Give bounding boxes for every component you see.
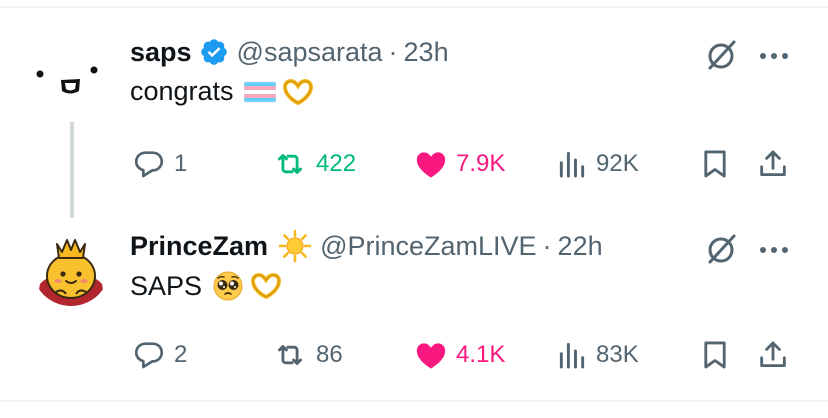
timestamp[interactable]: 22h xyxy=(558,231,603,262)
repost-button[interactable]: 422 xyxy=(272,144,356,184)
bookmark-icon xyxy=(704,341,726,369)
share-button[interactable] xyxy=(756,335,790,375)
tweet-header: saps @sapsarata · 23h xyxy=(130,34,449,70)
like-count: 7.9K xyxy=(456,150,506,177)
avatar-princezam[interactable] xyxy=(32,228,110,306)
views-icon xyxy=(559,151,585,178)
view-count: 83K xyxy=(596,341,639,368)
repost-count: 86 xyxy=(316,341,343,368)
reply-button[interactable]: 2 xyxy=(132,335,187,375)
views-button[interactable]: 83K xyxy=(556,335,639,375)
share-icon xyxy=(760,341,786,368)
reply-icon xyxy=(134,342,164,369)
tweet-2[interactable]: PrinceZam @PrinceZamLIVE · 22h SAPS 2 86… xyxy=(0,228,828,418)
heart-hands-emoji xyxy=(282,78,314,106)
action-bar: 2 86 4.1K 83K xyxy=(0,335,828,375)
like-button[interactable]: 4.1K xyxy=(414,335,505,375)
share-icon xyxy=(760,150,786,177)
top-divider xyxy=(0,6,828,8)
like-count: 4.1K xyxy=(456,341,506,368)
like-icon xyxy=(416,152,446,178)
bookmark-icon xyxy=(704,150,726,178)
pleading-face-emoji xyxy=(212,270,244,302)
separator-dot: · xyxy=(388,36,398,67)
handle[interactable]: @PrinceZamLIVE xyxy=(320,231,536,262)
prince-mascot-avatar-icon xyxy=(32,228,110,306)
grok-icon[interactable] xyxy=(704,37,740,73)
more-icon[interactable] xyxy=(756,232,792,268)
tweet-text-content: congrats xyxy=(130,76,234,106)
action-bar: 1 422 7.9K 92K xyxy=(0,144,828,184)
like-icon xyxy=(416,343,446,369)
views-button[interactable]: 92K xyxy=(556,144,639,184)
repost-button[interactable]: 86 xyxy=(272,335,343,375)
tweet-text: congrats xyxy=(130,76,314,107)
share-button[interactable] xyxy=(756,144,790,184)
display-name[interactable]: saps xyxy=(130,37,192,68)
reply-icon xyxy=(134,151,164,178)
views-icon xyxy=(559,342,585,369)
avatar-saps[interactable] xyxy=(32,44,110,122)
timestamp[interactable]: 23h xyxy=(404,37,449,68)
repost-icon xyxy=(277,345,303,365)
separator-dot: · xyxy=(542,230,552,261)
view-count: 92K xyxy=(596,150,639,177)
bookmark-button[interactable] xyxy=(698,144,732,184)
sun-emoji xyxy=(278,229,312,263)
repost-icon xyxy=(277,154,303,174)
reply-count: 2 xyxy=(174,341,188,368)
grok-icon[interactable] xyxy=(704,231,740,267)
handle[interactable]: @sapsarata xyxy=(237,37,383,68)
reply-button[interactable]: 1 xyxy=(132,144,187,184)
repost-count: 422 xyxy=(316,150,357,177)
tweet-1[interactable]: saps @sapsarata · 23h congrats 1 422 7.9… xyxy=(0,34,828,224)
like-button[interactable]: 7.9K xyxy=(414,144,505,184)
tweet-header: PrinceZam @PrinceZamLIVE · 22h xyxy=(130,228,603,264)
kaomoji-avatar-icon xyxy=(32,44,110,122)
heart-hands-emoji xyxy=(250,272,282,300)
bookmark-button[interactable] xyxy=(698,335,732,375)
reply-count: 1 xyxy=(174,150,188,177)
trans-flag-emoji xyxy=(243,81,276,103)
verified-badge-icon xyxy=(199,37,229,67)
display-name[interactable]: PrinceZam xyxy=(130,231,268,262)
bottom-divider xyxy=(0,400,828,402)
tweet-text-content: SAPS xyxy=(130,270,203,301)
more-icon[interactable] xyxy=(756,38,792,74)
tweet-text: SAPS xyxy=(130,270,282,302)
